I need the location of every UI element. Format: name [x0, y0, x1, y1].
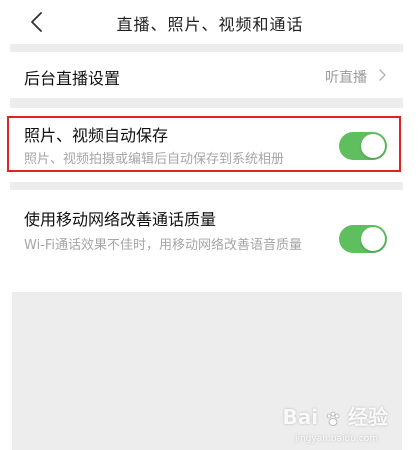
section-divider: [10, 44, 403, 52]
watermark-url: jingyan.baidu.com: [294, 434, 378, 444]
chevron-right-icon: [379, 69, 386, 81]
call-quality-title: 使用移动网络改善通话质量: [24, 210, 217, 229]
toggle-knob: [361, 227, 385, 251]
empty-area: Bai 经验 jingyan.baidu.com: [12, 292, 402, 450]
call-quality-toggle[interactable]: [339, 225, 387, 253]
live-setting-row[interactable]: 后台直播设置 听直播: [10, 52, 403, 98]
auto-save-row: 照片、视频自动保存 照片、视频拍摄或编辑后自动保存到系统相册: [10, 108, 403, 182]
watermark: Bai 经验: [282, 401, 388, 430]
live-setting-title: 后台直播设置: [24, 69, 121, 88]
settings-screen: 直播、照片、视频和通话 后台直播设置 听直播 照片、视频自动保存 照片、视频拍摄…: [0, 0, 420, 450]
watermark-text-after: 经验: [348, 405, 388, 429]
section-divider: [10, 182, 403, 190]
nav-bar: 直播、照片、视频和通话: [0, 0, 420, 44]
auto-save-desc: 照片、视频拍摄或编辑后自动保存到系统相册: [24, 152, 285, 167]
toggle-knob: [361, 134, 385, 158]
watermark-text-before: Bai: [282, 405, 319, 429]
section-divider: [10, 98, 403, 108]
auto-save-title: 照片、视频自动保存: [24, 126, 169, 145]
page-title: 直播、照片、视频和通话: [116, 15, 304, 34]
auto-save-toggle[interactable]: [339, 132, 387, 160]
call-quality-row: 使用移动网络改善通话质量 Wi-Fi通话效果不佳时，用移动网络改善语音质量: [10, 190, 403, 292]
paw-icon: [326, 411, 340, 426]
live-setting-value: 听直播: [325, 70, 367, 86]
call-quality-desc: Wi-Fi通话效果不佳时，用移动网络改善语音质量: [24, 238, 303, 253]
